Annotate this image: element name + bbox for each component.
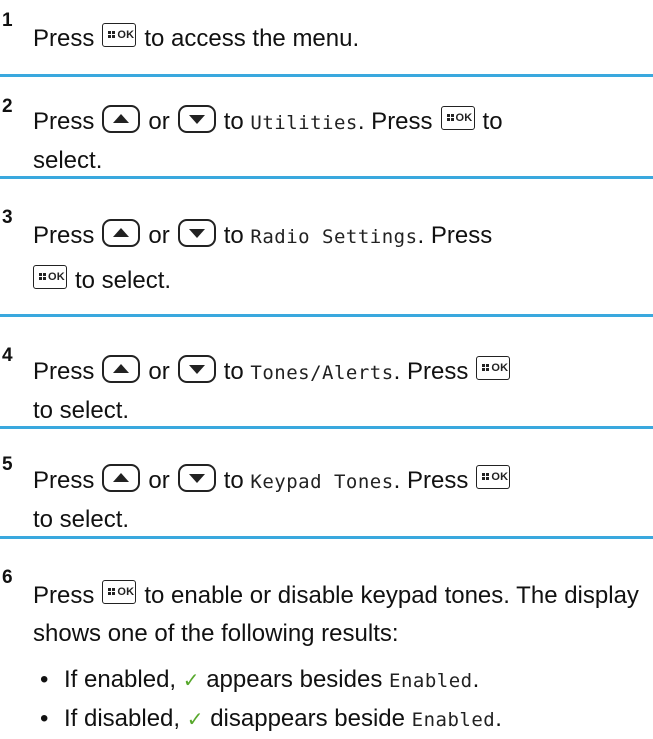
option-value: Enabled xyxy=(389,670,473,692)
step-text-press: Press xyxy=(33,582,95,609)
step-number: 6 xyxy=(2,567,13,588)
step-text-press: Press xyxy=(33,222,95,249)
step-text-select: select. xyxy=(33,147,103,174)
result-suffix: . xyxy=(472,666,480,693)
step-text: Press or to Keypad Tones. Press OK to select… xyxy=(33,462,649,539)
bullet: • xyxy=(40,666,49,693)
result-middle: disappears beside xyxy=(210,705,405,732)
up-arrow-key-icon xyxy=(102,105,141,133)
step-text-press: . Press xyxy=(393,358,469,385)
divider xyxy=(0,536,653,539)
checkmark-icon: ✓ xyxy=(186,709,204,731)
checkmark-icon: ✓ xyxy=(182,670,200,692)
step-number: 4 xyxy=(2,345,13,366)
step-text-to: to xyxy=(482,108,503,135)
step-text-select: to select. xyxy=(33,397,130,424)
step-text-to: to xyxy=(223,108,244,135)
menu-item-name: Keypad Tones xyxy=(250,471,394,493)
divider xyxy=(0,426,653,429)
result-prefix: If enabled, xyxy=(64,666,177,693)
step-text-press: Press xyxy=(33,108,95,135)
step-text-or: or xyxy=(148,358,170,385)
menu-item-name: Utilities xyxy=(250,112,358,134)
step-number: 3 xyxy=(2,207,13,228)
step-text-to: to xyxy=(223,222,244,249)
result-suffix: . xyxy=(495,705,502,732)
menu-ok-key-icon: OK xyxy=(476,465,511,489)
menu-ok-key-icon: OK xyxy=(102,580,137,604)
step-text-select: to select. xyxy=(33,506,130,533)
down-arrow-key-icon xyxy=(177,105,216,133)
step-text-to: to xyxy=(223,358,244,385)
down-arrow-key-icon xyxy=(177,464,216,492)
divider xyxy=(0,74,653,77)
step-text-press: Press xyxy=(33,467,95,494)
step-text: Press or to Utilities. Press OK to select. xyxy=(33,103,649,180)
bullet: • xyxy=(40,705,49,732)
menu-item-name: Tones/Alerts xyxy=(250,362,394,384)
up-arrow-key-icon xyxy=(102,355,141,383)
step-text-or: or xyxy=(148,108,170,135)
step-text-or: or xyxy=(148,222,170,249)
step-text-press: Press xyxy=(33,25,95,52)
up-arrow-key-icon xyxy=(102,464,141,492)
divider xyxy=(0,314,653,317)
menu-ok-key-icon: OK xyxy=(33,265,67,289)
step-text: Press OK to access the menu. xyxy=(33,20,649,58)
result-prefix: If disabled, xyxy=(64,705,181,732)
step-text-press: . Press xyxy=(393,467,469,494)
step-text: Press OK to enable or disable keypad tones… xyxy=(33,577,649,653)
menu-ok-key-icon: OK xyxy=(476,356,511,380)
step-number: 5 xyxy=(2,454,13,475)
step-text-press: Press xyxy=(33,358,95,385)
step-text: Press or to Radio Settings. Press OK to sele… xyxy=(33,214,649,303)
list-item: • If disabled, ✓ disappears beside Enable… xyxy=(40,700,649,739)
step-text-select: to select. xyxy=(75,267,172,294)
option-value: Enabled xyxy=(411,709,496,731)
results-list: • If enabled, ✓ appears besides Enabled. … xyxy=(40,661,649,739)
up-arrow-key-icon xyxy=(102,219,141,247)
step-text: Press or to Tones/Alerts. Press OK to select… xyxy=(33,353,649,430)
result-middle: appears besides xyxy=(206,666,383,693)
down-arrow-key-icon xyxy=(177,355,216,383)
divider xyxy=(0,176,653,179)
menu-item-name: Radio Settings xyxy=(250,226,418,248)
step-text-to: to xyxy=(223,467,244,494)
step-text-press: . Press xyxy=(357,108,433,135)
step-text-rest: to access the menu. xyxy=(144,25,360,52)
menu-ok-key-icon: OK xyxy=(440,106,475,130)
step-number: 1 xyxy=(2,10,13,31)
list-item: • If enabled, ✓ appears besides Enabled. xyxy=(40,661,649,700)
menu-ok-key-icon: OK xyxy=(102,23,137,47)
step-number: 2 xyxy=(2,96,13,117)
down-arrow-key-icon xyxy=(177,219,216,247)
step-text-or: or xyxy=(148,467,170,494)
step-text-press: . Press xyxy=(417,222,493,249)
